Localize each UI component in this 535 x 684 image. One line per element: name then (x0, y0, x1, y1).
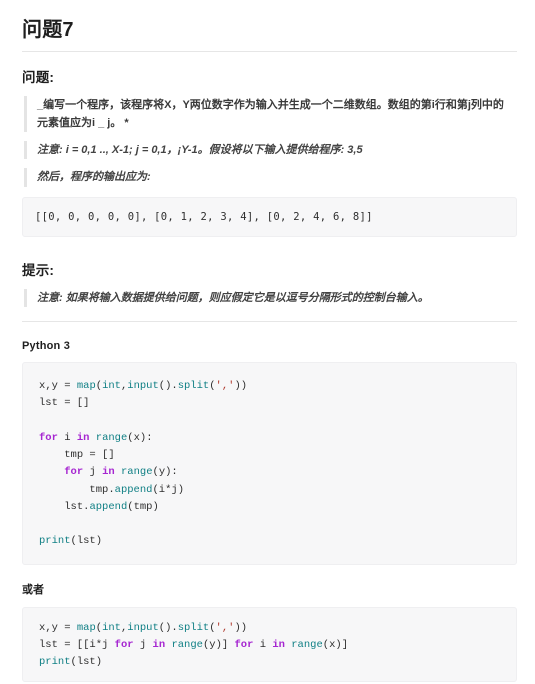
page-title: 问题7 (22, 19, 74, 41)
solution-code-alternative-content: x,y = map(int,input().split(',')) lst = … (39, 621, 348, 669)
solution-code-block-alternative: x,y = map(int,input().split(',')) lst = … (22, 606, 517, 683)
section-heading-hint-text: 提示: (22, 262, 55, 278)
question-quote-then: 然后，程序的输出应为: (24, 168, 517, 187)
language-label-python3: Python 3 (22, 339, 71, 352)
question-quote-note: 注意: i = 0,1 .., X-1; j = 0,1，¡Y-1。假设将以下输… (24, 141, 517, 160)
question-quote-note-text: 注意: i = 0,1 .., X-1; j = 0,1，¡Y-1。假设将以下输… (37, 144, 363, 157)
hint-divider (22, 320, 517, 322)
alternative-label: 或者 (22, 583, 44, 596)
expected-output-code-block: [[0, 0, 0, 0, 0], [0, 1, 2, 3, 4], [0, 2… (22, 196, 517, 237)
solution-code-block-primary: x,y = map(int,input().split(',')) lst = … (22, 361, 517, 565)
question-quote-statement-text: _编写一个程序，该程序将X，Y两位数字作为输入并生成一个二维数组。数组的第i行和… (37, 99, 504, 130)
document-page: 问题7 问题: _编写一个程序，该程序将X，Y两位数字作为输入并生成一个二维数组… (0, 0, 535, 684)
solution-code-primary-content: x,y = map(int,input().split(',')) lst = … (39, 379, 248, 548)
section-heading-question: 问题: (22, 70, 55, 85)
section-heading-hint: 提示: (22, 259, 517, 279)
hint-quote: 注意: 如果将输入数据提供给问题，则应假定它是以逗号分隔形式的控制台输入。 (24, 288, 517, 307)
question-quote-statement: _编写一个程序，该程序将X，Y两位数字作为输入并生成一个二维数组。数组的第i行和… (24, 96, 517, 133)
hint-quote-text: 注意: 如果将输入数据提供给问题，则应假定它是以逗号分隔形式的控制台输入。 (37, 291, 429, 304)
title-divider (22, 51, 517, 52)
question-quote-then-text: 然后，程序的输出应为: (37, 171, 151, 184)
